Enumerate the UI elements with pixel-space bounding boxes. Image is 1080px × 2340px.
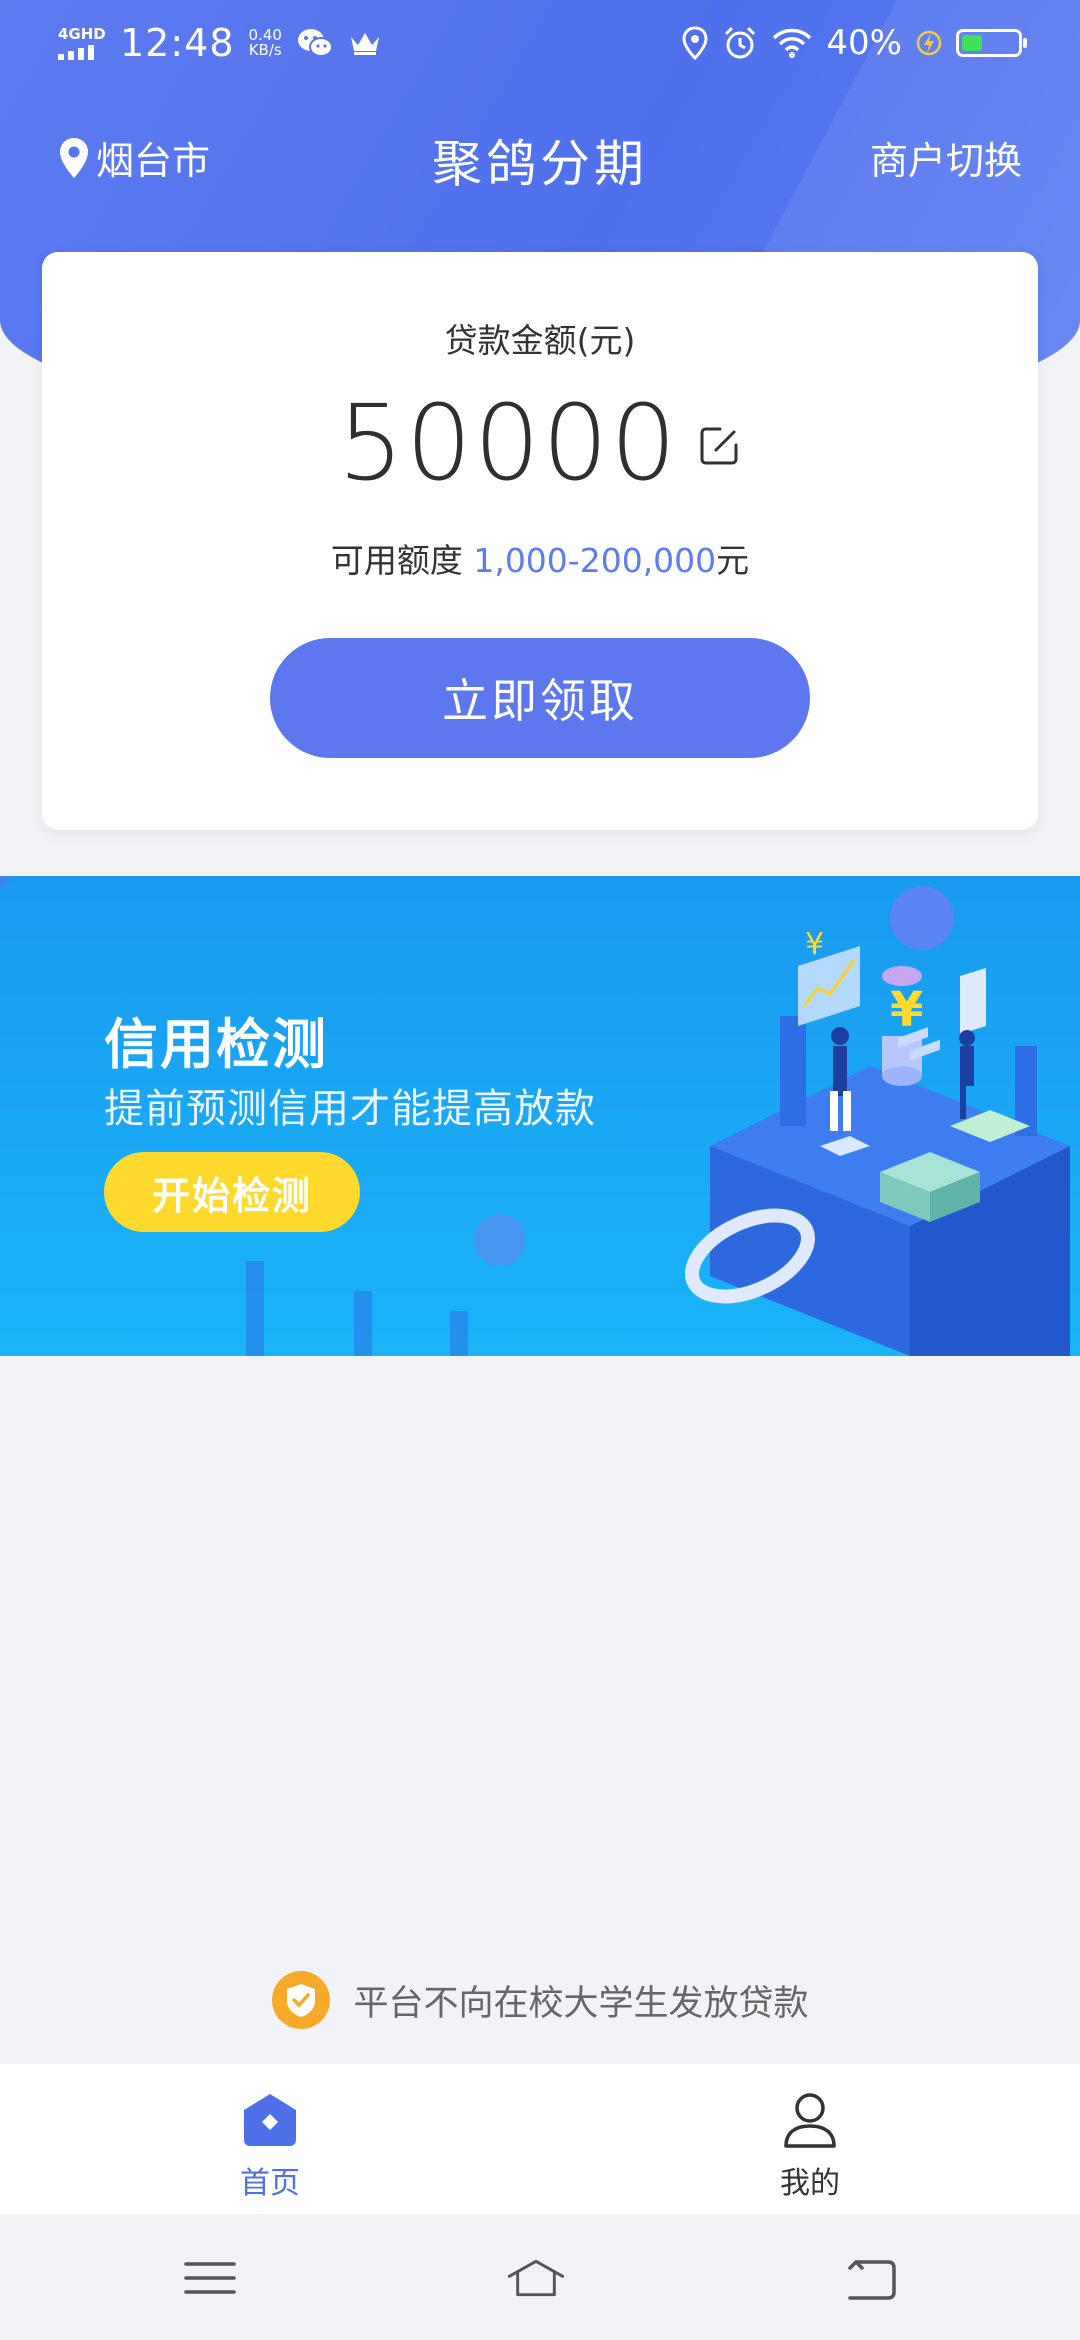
student-loan-notice: 平台不向在校大学生发放贷款 bbox=[0, 1970, 1080, 2030]
loan-amount-value[interactable]: 50000 bbox=[338, 382, 679, 504]
start-check-button[interactable]: 开始检测 bbox=[104, 1152, 360, 1232]
crown-icon bbox=[350, 33, 379, 55]
wechat-icon bbox=[297, 29, 333, 57]
menu-icon[interactable] bbox=[180, 2250, 240, 2306]
banner-subtitle: 提前预测信用才能提高放款 bbox=[104, 1086, 596, 1132]
location-icon bbox=[682, 26, 708, 60]
loan-amount-row: 50000 bbox=[42, 382, 1038, 504]
banner-title: 信用检测 bbox=[104, 1013, 328, 1076]
alarm-icon bbox=[725, 26, 756, 59]
notice-text: 平台不向在校大学生发放贷款 bbox=[353, 1983, 809, 2024]
loan-card: 贷款金额(元) 50000 可用额度 1,000-200,000元 立即领取 bbox=[42, 252, 1038, 830]
battery-percent: 40% bbox=[826, 23, 902, 63]
user-icon bbox=[784, 2093, 836, 2148]
tab-mine-label: 我的 bbox=[780, 2166, 840, 2201]
status-left: 4GHD 12:48 0.40 KB/s bbox=[58, 21, 382, 65]
bottom-tab-bar: 首页 我的 bbox=[0, 2064, 1080, 2214]
network-speed: 0.40 KB/s bbox=[249, 28, 282, 58]
home-icon bbox=[244, 2094, 296, 2146]
wifi-icon bbox=[773, 28, 812, 58]
loan-amount-label: 贷款金额(元) bbox=[444, 321, 636, 360]
claim-now-button[interactable]: 立即领取 bbox=[270, 638, 810, 758]
tab-mine[interactable]: 我的 bbox=[710, 2090, 910, 2202]
network-type: 4GHD bbox=[58, 24, 106, 43]
svg-text:¥: ¥ bbox=[890, 982, 923, 1038]
shield-check-icon bbox=[272, 1971, 331, 2029]
isometric-finance-illustration: ¥ ¥ bbox=[685, 886, 1070, 1356]
signal-icon bbox=[58, 44, 106, 60]
merchant-switch-button[interactable]: 商户切换 bbox=[870, 130, 1022, 185]
status-right: 40% bbox=[682, 23, 1027, 63]
clock: 12:48 bbox=[120, 21, 235, 65]
network-indicator: 4GHD bbox=[58, 24, 106, 60]
credit-range-prefix: 可用额度 bbox=[330, 541, 474, 580]
credit-range-value: 1,000-200,000 bbox=[473, 541, 717, 580]
edit-icon[interactable] bbox=[696, 423, 742, 469]
tab-home-label: 首页 bbox=[240, 2166, 300, 2201]
back-icon[interactable] bbox=[840, 2250, 900, 2306]
top-navigation: 烟台市 聚鸽分期 商户切换 bbox=[0, 110, 1080, 200]
home-button-icon[interactable] bbox=[506, 2250, 566, 2306]
system-navigation-bar bbox=[0, 2214, 1080, 2340]
battery-icon bbox=[956, 29, 1027, 57]
svg-text:¥: ¥ bbox=[805, 927, 824, 962]
speed-unit: KB/s bbox=[248, 41, 282, 59]
credit-range-unit: 元 bbox=[716, 541, 750, 580]
credit-check-banner[interactable]: 信用检测 提前预测信用才能提高放款 开始检测 ¥ ¥ bbox=[0, 876, 1080, 1356]
credit-range: 可用额度 1,000-200,000元 bbox=[42, 534, 1038, 582]
charging-icon bbox=[916, 30, 942, 56]
battery-level-fill bbox=[962, 35, 983, 51]
tab-home[interactable]: 首页 bbox=[170, 2090, 370, 2202]
status-bar: 4GHD 12:48 0.40 KB/s 40% bbox=[0, 0, 1080, 86]
